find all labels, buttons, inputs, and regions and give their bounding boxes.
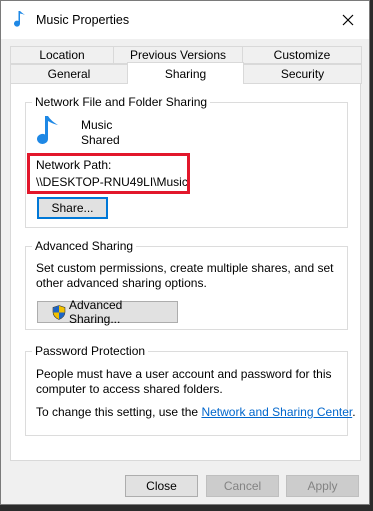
tab-security[interactable]: Security (243, 64, 362, 84)
tab-sharing[interactable]: Sharing (127, 62, 244, 84)
cancel-button[interactable]: Cancel (206, 475, 279, 497)
close-icon (342, 14, 354, 26)
title-bar: Music Properties (1, 1, 369, 39)
group-title: Password Protection (32, 344, 149, 358)
folder-name: Music (81, 118, 113, 132)
password-protection-description: People must have a user account and pass… (36, 367, 332, 396)
tab-customize[interactable]: Customize (242, 46, 362, 64)
share-button[interactable]: Share... (37, 197, 108, 219)
music-folder-icon (37, 116, 58, 144)
change-setting-text: To change this setting, use the Network … (36, 405, 356, 419)
window-title: Music Properties (36, 13, 130, 27)
properties-dialog: Music Properties Location Previous Versi… (0, 0, 370, 505)
apply-button[interactable]: Apply (286, 475, 359, 497)
network-sharing-center-link[interactable]: Network and Sharing Center (201, 405, 352, 419)
music-note-icon (14, 11, 25, 27)
close-button[interactable]: Close (125, 475, 198, 497)
advanced-sharing-button[interactable]: Advanced Sharing... (37, 298, 178, 326)
tab-general[interactable]: General (10, 64, 128, 84)
advanced-sharing-description: Set custom permissions, create multiple … (36, 261, 334, 290)
group-title: Advanced Sharing (32, 239, 137, 253)
close-window-button[interactable] (333, 7, 363, 33)
uac-shield-icon (52, 304, 66, 320)
group-title: Network File and Folder Sharing (32, 95, 211, 109)
tab-location[interactable]: Location (10, 46, 114, 64)
highlight-annotation-box (27, 153, 190, 194)
folder-status: Shared (81, 133, 120, 147)
